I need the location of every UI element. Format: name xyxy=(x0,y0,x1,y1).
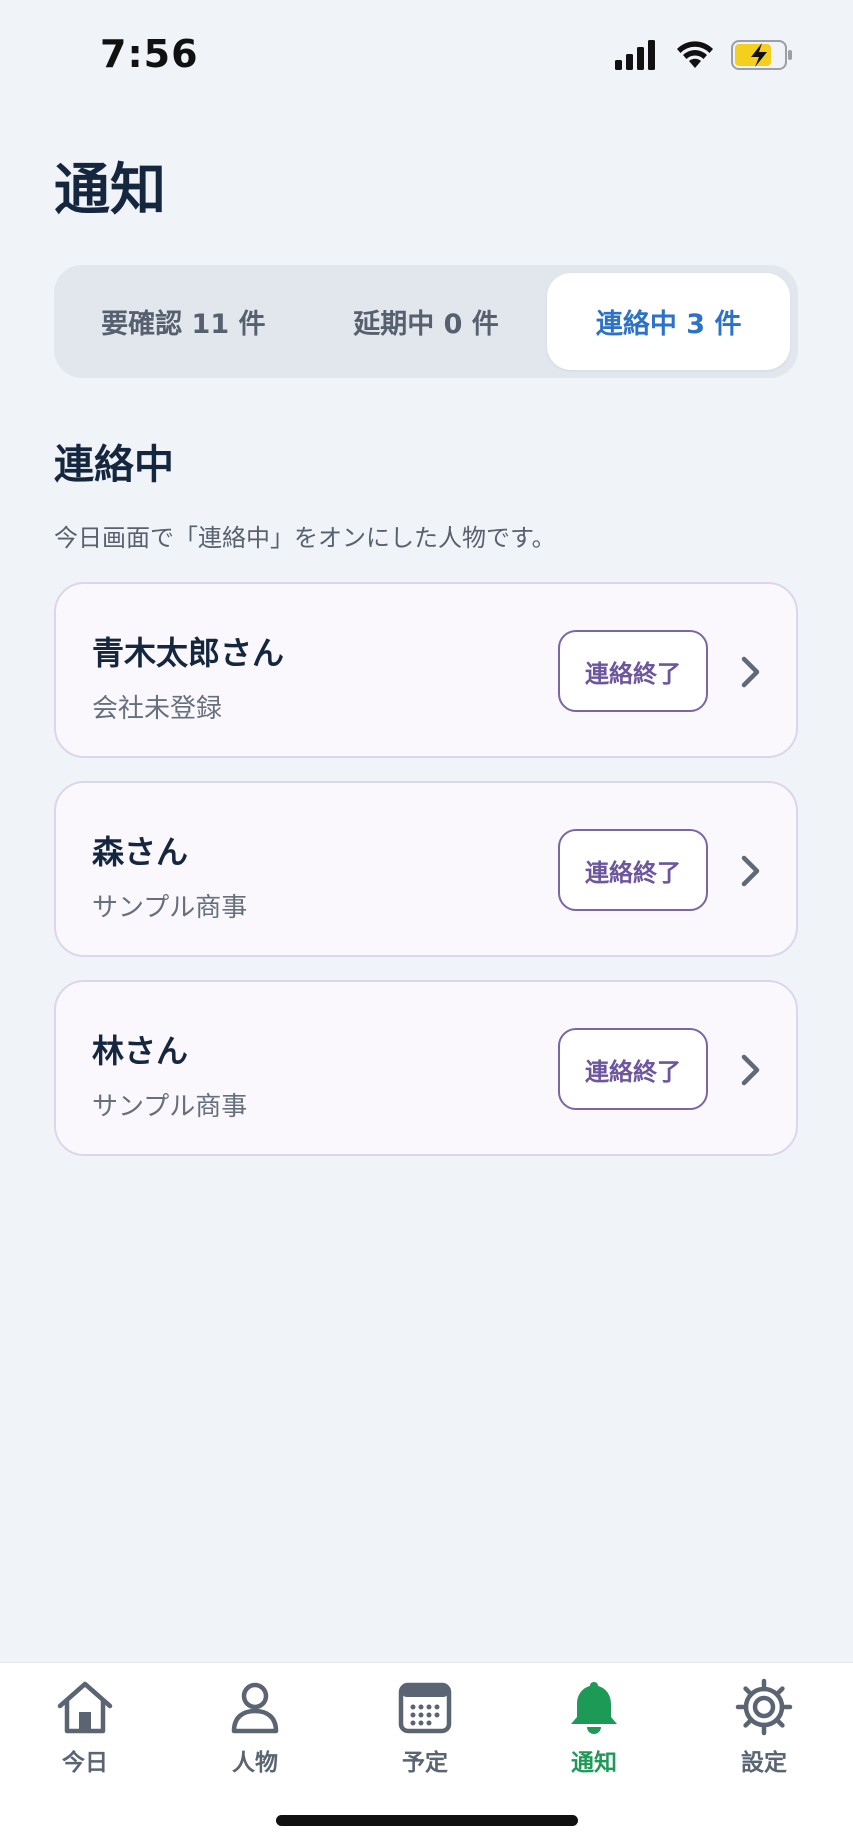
segment-postponed[interactable]: 延期中 0 件 xyxy=(305,273,548,370)
wifi-icon xyxy=(677,41,713,68)
home-icon xyxy=(57,1681,113,1734)
calendar-icon xyxy=(398,1682,452,1734)
segment-contacting[interactable]: 連絡中 3 件 xyxy=(547,273,791,370)
status-icons xyxy=(615,40,793,70)
tab-label: 通知 xyxy=(571,1750,617,1776)
segment-needs-confirmation[interactable]: 要確認 11 件 xyxy=(62,273,305,370)
finish-contact-button[interactable]: 連絡終了 xyxy=(558,630,708,712)
home-indicator[interactable] xyxy=(276,1815,578,1826)
page-title: 通知 xyxy=(54,158,166,223)
notification-filter-segmented-control: 要確認 11 件 延期中 0 件 連絡中 3 件 xyxy=(54,265,798,378)
tab-notifications[interactable]: 通知 xyxy=(534,1677,654,1787)
tab-people[interactable]: 人物 xyxy=(195,1677,315,1787)
tab-label: 設定 xyxy=(741,1750,787,1776)
contact-company: サンプル商事 xyxy=(92,893,248,923)
tab-label: 今日 xyxy=(62,1750,108,1776)
person-icon xyxy=(231,1682,279,1734)
contact-card[interactable]: 青木太郎さん 会社未登録 連絡終了 xyxy=(54,582,798,758)
contact-list: 青木太郎さん 会社未登録 連絡終了 森さん サンプル商事 連絡終了 林さん サン… xyxy=(54,582,798,1179)
contact-name: 青木太郎さん xyxy=(92,634,285,672)
section-title: 連絡中 xyxy=(54,442,174,488)
cellular-signal-icon xyxy=(615,40,655,70)
tab-label: 予定 xyxy=(402,1750,448,1776)
gear-icon xyxy=(735,1678,793,1736)
tab-label: 人物 xyxy=(232,1750,278,1776)
finish-contact-button[interactable]: 連絡終了 xyxy=(558,829,708,911)
status-time: 7:56 xyxy=(100,32,199,76)
chevron-right-icon xyxy=(741,656,760,688)
tab-settings[interactable]: 設定 xyxy=(704,1677,824,1787)
contact-card[interactable]: 森さん サンプル商事 連絡終了 xyxy=(54,781,798,957)
contact-company: サンプル商事 xyxy=(92,1092,248,1122)
battery-charging-icon xyxy=(731,40,792,70)
tab-schedule[interactable]: 予定 xyxy=(365,1677,485,1787)
section-description: 今日画面で「連絡中」をオンにした人物です。 xyxy=(54,524,556,552)
contact-card[interactable]: 林さん サンプル商事 連絡終了 xyxy=(54,980,798,1156)
contact-name: 森さん xyxy=(92,833,189,871)
contact-company: 会社未登録 xyxy=(92,694,223,724)
finish-contact-button[interactable]: 連絡終了 xyxy=(558,1028,708,1110)
chevron-right-icon xyxy=(741,1054,760,1086)
status-bar: 7:56 xyxy=(0,0,853,110)
chevron-right-icon xyxy=(741,855,760,887)
tab-today[interactable]: 今日 xyxy=(25,1677,145,1787)
bell-icon xyxy=(571,1682,617,1734)
contact-name: 林さん xyxy=(92,1032,189,1070)
